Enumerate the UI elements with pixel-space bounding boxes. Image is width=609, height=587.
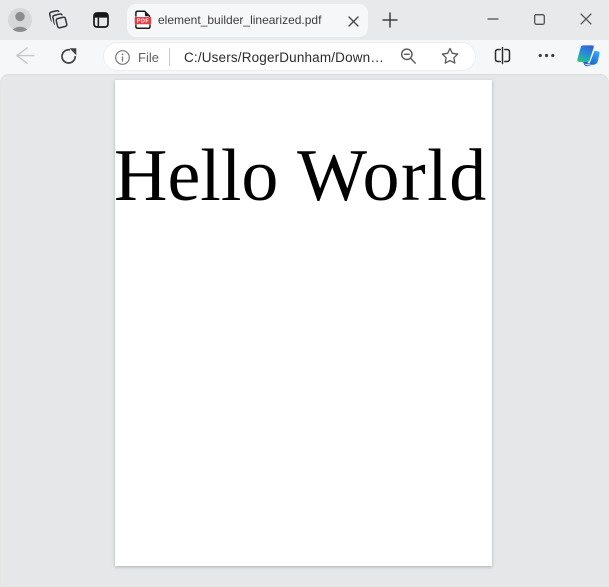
svg-text:PDF: PDF (137, 19, 149, 25)
